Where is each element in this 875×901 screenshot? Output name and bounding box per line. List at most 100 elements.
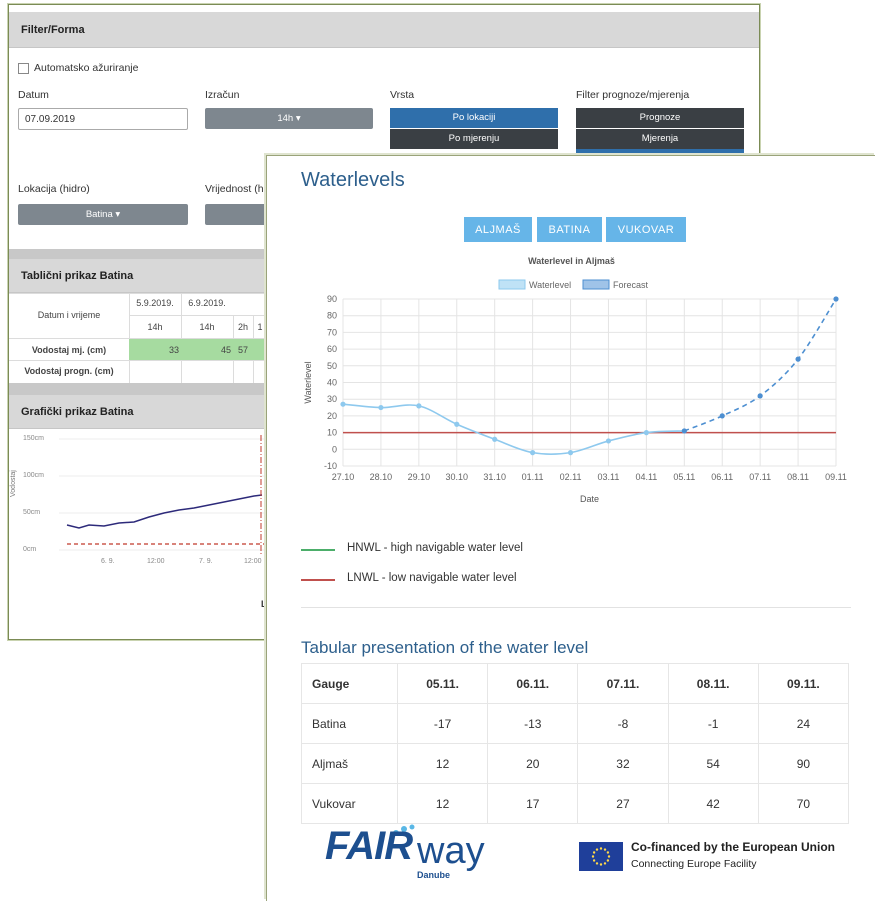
chart-series [340, 296, 839, 456]
calc-label: Izračun [205, 89, 240, 101]
xtick: 12:00 [147, 558, 165, 565]
table-hour: 1 [257, 322, 263, 332]
measured-value: 33 [168, 345, 179, 355]
table-header: 07.11. [577, 663, 669, 704]
filter-option-measurements[interactable]: Mjerenja [576, 129, 744, 149]
measured-value: 57 [237, 345, 248, 355]
ytick: 0cm [23, 546, 37, 553]
x-tick-label: 06.11 [711, 472, 733, 482]
gauge-button-aljmas[interactable]: ALJMAŠ [464, 217, 532, 242]
table-cell: 32 [577, 743, 669, 784]
back-graph [59, 435, 267, 554]
hnwl-legend-label: HNWL - high navigable water level [347, 542, 523, 554]
gauge-button-batina[interactable]: BATINA [537, 217, 602, 242]
waterlevel-point [530, 450, 536, 456]
waterlevel-point [492, 436, 498, 442]
eu-stars-icon [591, 847, 611, 866]
row-label-forecast: Vodostaj progn. (cm) [24, 366, 114, 376]
waterlevels-panel: Waterlevels ALJMAŠ BATINA VUKOVAR Waterl… [266, 155, 875, 901]
x-tick-label: 05.11 [673, 472, 695, 482]
table-cell: 12 [396, 743, 489, 784]
y-tick-label: 0 [332, 444, 337, 454]
table-row: Vukovar 12 17 27 42 70 [301, 783, 850, 824]
gauge-button-vukovar[interactable]: VUKOVAR [606, 217, 686, 242]
lnwl-legend-line [301, 579, 335, 581]
waterlevel-point [605, 438, 612, 444]
x-tick-label: 28.10 [370, 472, 393, 482]
date-time-label: Datum i vrijeme [37, 310, 101, 320]
x-tick-label: 29.10 [408, 472, 431, 482]
location-label: Lokacija (hidro) [18, 183, 90, 195]
y-tick-label: -10 [324, 461, 337, 471]
table-cell: 90 [757, 743, 850, 784]
type-label: Vrsta [390, 89, 415, 101]
x-tick-label: 03.11 [598, 472, 620, 482]
table-row: Aljmaš 12 20 32 54 90 [301, 743, 850, 784]
ytick: 50cm [23, 509, 41, 516]
y-tick-label: 90 [327, 294, 337, 304]
gauge-name: Batina [301, 703, 398, 744]
y-tick-label: 70 [327, 327, 337, 337]
table-cell: 70 [757, 783, 850, 824]
type-option-by-location[interactable]: Po lokaciji [390, 108, 558, 128]
x-tick-label: 08.11 [787, 472, 809, 482]
y-tick-label: 20 [327, 411, 337, 421]
type-option-by-measurement[interactable]: Po mjerenju [390, 129, 558, 149]
table-cell: 42 [667, 783, 759, 824]
auto-update-label: Automatsko ažuriranje [34, 62, 139, 74]
legend-swatch [498, 279, 526, 290]
table-row: Batina -17 -13 -8 -1 24 [301, 703, 850, 744]
y-tick-label: 60 [327, 344, 337, 354]
y-tick-label: 40 [327, 378, 337, 388]
waterlevel-point [378, 404, 384, 411]
x-tick-label: 31.10 [483, 472, 506, 482]
x-axis-title: Date [580, 494, 599, 504]
filter-option-forecasts[interactable]: Prognoze [576, 108, 744, 128]
eu-flag-icon [579, 842, 623, 871]
date-input[interactable]: 07.09.2019 [18, 108, 188, 130]
lnwl-legend-label: LNWL - low navigable water level [347, 572, 517, 584]
measured-value: 45 [220, 345, 231, 355]
hnwl-legend-line [301, 549, 335, 551]
waterlevel-table: Gauge 05.11. 06.11. 07.11. 08.11. 09.11.… [301, 663, 850, 824]
fairway-logo-fair: FAIR [325, 824, 413, 868]
table-header: 09.11. [757, 663, 850, 704]
table-cell: 24 [757, 703, 850, 744]
legend-swatch [582, 279, 610, 290]
date-label: Datum [18, 89, 49, 101]
x-tick-label: 02.11 [560, 472, 582, 482]
table-cell: -8 [577, 703, 669, 744]
filter-header: Filter/Forma [9, 12, 759, 48]
xtick: 12:00 [244, 558, 262, 565]
forecast-point [681, 428, 687, 434]
fairway-logo-danube: Danube [417, 870, 451, 880]
table-cell: -13 [487, 703, 579, 744]
table-cell: 20 [487, 743, 579, 784]
table-header: 06.11. [487, 663, 579, 704]
forecast-point [719, 413, 725, 419]
table-header: Gauge [301, 663, 398, 704]
waterlevel-point [567, 450, 574, 456]
table-cell: -1 [667, 703, 759, 744]
x-tick-label: 07.11 [749, 472, 771, 482]
table-header: 08.11. [667, 663, 759, 704]
legend-label: Waterlevel [529, 280, 571, 290]
chart-title: Waterlevel in Aljmaš [528, 256, 615, 266]
forecast-filter-label: Filter prognoze/mjerenja [576, 89, 690, 101]
calc-dropdown[interactable]: 14h ▾ [205, 108, 373, 129]
table-title: Tabular presentation of the water level [301, 638, 589, 657]
table-date: 6.9.2019. [188, 298, 226, 308]
table-cell: 27 [577, 783, 669, 824]
auto-update-checkbox[interactable] [18, 63, 29, 74]
waterlevel-line [342, 403, 685, 456]
waterlevel-point [454, 421, 460, 427]
xtick: 7. 9. [199, 558, 213, 565]
gauge-name: Vukovar [301, 783, 398, 824]
table-hour: 14h [199, 322, 215, 332]
gauge-name: Aljmaš [301, 743, 398, 784]
y-tick-label: 30 [327, 394, 337, 404]
x-tick-label: 01.11 [522, 472, 544, 482]
waterlevel-point [416, 403, 422, 409]
location-dropdown[interactable]: Batina ▾ [18, 204, 188, 225]
table-cell: 17 [487, 783, 579, 824]
